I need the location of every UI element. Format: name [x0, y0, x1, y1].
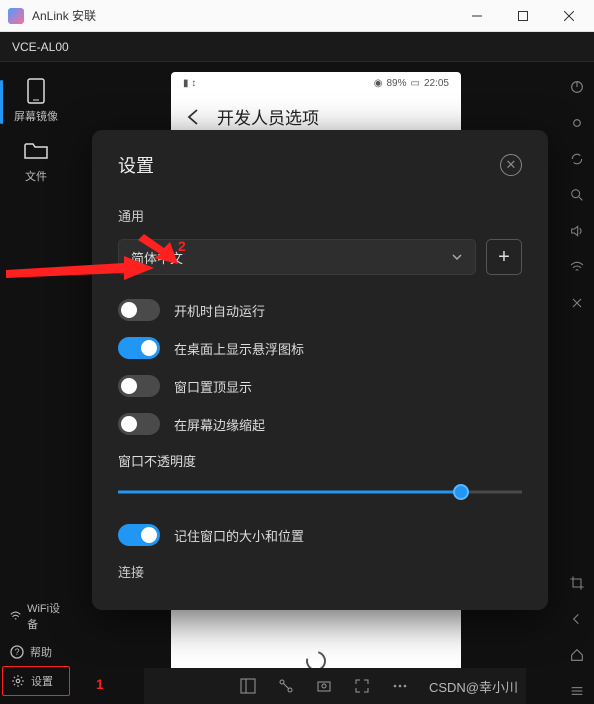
rail-rotate-icon[interactable]: [564, 146, 590, 172]
modal-close-button[interactable]: ✕: [500, 154, 522, 176]
fullscreen-button[interactable]: [347, 673, 377, 699]
sidebar-item-label: 设置: [31, 673, 53, 689]
rail-search-icon[interactable]: [564, 182, 590, 208]
sidebar-help[interactable]: ? 帮助: [2, 638, 70, 666]
language-select[interactable]: 简体中文: [118, 239, 476, 275]
sidebar-item-label: 帮助: [30, 644, 52, 660]
clock: 22:05: [424, 78, 449, 89]
phone-statusbar: ▮ ↕ ◉ 89% ▭ 22:05: [171, 72, 461, 94]
language-value: 简体中文: [131, 248, 183, 267]
window-titlebar: AnLink 安联: [0, 0, 594, 32]
annotation-number-1: 1: [96, 676, 104, 692]
screenshot-button[interactable]: [309, 673, 339, 699]
sidebar-item-mirror[interactable]: 屏幕镜像: [8, 72, 64, 132]
bottom-toolbar: CSDN@幸小川: [144, 668, 526, 704]
sidebar-item-label: 文件: [25, 168, 47, 184]
toggle-label: 在桌面上显示悬浮图标: [174, 339, 304, 358]
rail-wifi-icon[interactable]: [564, 254, 590, 280]
maximize-button[interactable]: [500, 0, 546, 32]
chevron-down-icon: [451, 251, 463, 263]
rail-back-icon[interactable]: [564, 606, 590, 632]
toggle-remember-window: 记住窗口的大小和位置: [118, 524, 522, 546]
sidebar-wifi-devices[interactable]: WiFi设备: [2, 594, 70, 638]
toggle-switch[interactable]: [118, 337, 160, 359]
toggle-edge-collapse: 在屏幕边缘缩起: [118, 413, 522, 435]
app-icon: [8, 8, 24, 24]
device-bar: VCE-AL00: [0, 32, 594, 62]
phone-icon: [22, 80, 50, 102]
sidebar-settings[interactable]: 设置: [2, 666, 70, 696]
svg-text:?: ?: [14, 647, 19, 657]
toggle-label: 开机时自动运行: [174, 301, 265, 320]
app-title: AnLink 安联: [32, 7, 454, 24]
more-button[interactable]: [385, 673, 415, 699]
folder-icon: [22, 140, 50, 162]
watermark: CSDN@幸小川: [429, 677, 518, 696]
wifi-icon: [10, 609, 21, 623]
section-connect: 连接: [118, 562, 522, 581]
toggle-label: 记住窗口的大小和位置: [174, 526, 304, 545]
right-rail: [560, 62, 594, 704]
annotation-number-2: 2: [178, 238, 186, 254]
battery-percent: 89%: [387, 78, 407, 89]
toggle-switch[interactable]: [118, 375, 160, 397]
sidebar-item-label: WiFi设备: [27, 600, 62, 632]
settings-modal: 设置 ✕ 通用 简体中文 + 开机时自动运行 在桌面上显示悬浮图标 窗口置顶显示…: [92, 130, 548, 610]
toggle-label: 在屏幕边缘缩起: [174, 415, 265, 434]
rail-recents-icon[interactable]: [564, 678, 590, 704]
gear-icon: [11, 674, 25, 688]
rail-home-icon[interactable]: [564, 642, 590, 668]
layout-button[interactable]: [233, 673, 263, 699]
sidebar: 屏幕镜像 文件 WiFi设备 ? 帮助 设置: [0, 62, 72, 704]
rail-close-icon[interactable]: [564, 290, 590, 316]
modal-title: 设置: [118, 152, 154, 178]
slider-fill: [118, 491, 461, 494]
connection-button[interactable]: [271, 673, 301, 699]
opacity-label: 窗口不透明度: [118, 451, 522, 470]
notification-icons: ▮ ↕: [183, 78, 196, 89]
toggle-switch[interactable]: [118, 413, 160, 435]
close-window-button[interactable]: [546, 0, 592, 32]
sidebar-item-label: 屏幕镜像: [14, 108, 58, 124]
device-name: VCE-AL00: [12, 40, 69, 54]
toggle-always-on-top: 窗口置顶显示: [118, 375, 522, 397]
toggle-switch[interactable]: [118, 299, 160, 321]
toggle-switch[interactable]: [118, 524, 160, 546]
help-icon: ?: [10, 645, 24, 659]
toggle-label: 窗口置顶显示: [174, 377, 252, 396]
rail-volume-icon[interactable]: [564, 218, 590, 244]
phone-page-title: 开发人员选项: [217, 104, 319, 129]
add-language-button[interactable]: +: [486, 239, 522, 275]
opacity-slider[interactable]: [118, 480, 522, 504]
rail-power-icon[interactable]: [564, 74, 590, 100]
rail-brightness-icon[interactable]: [564, 110, 590, 136]
sidebar-item-files[interactable]: 文件: [8, 132, 64, 192]
toggle-desktop-float: 在桌面上显示悬浮图标: [118, 337, 522, 359]
battery-icon: ▭: [411, 78, 420, 89]
section-general: 通用: [118, 206, 522, 225]
back-arrow-icon[interactable]: [185, 108, 203, 126]
slider-thumb[interactable]: [453, 484, 469, 500]
battery-eye-icon: ◉: [374, 78, 383, 89]
minimize-button[interactable]: [454, 0, 500, 32]
rail-crop-icon[interactable]: [564, 570, 590, 596]
toggle-autostart: 开机时自动运行: [118, 299, 522, 321]
